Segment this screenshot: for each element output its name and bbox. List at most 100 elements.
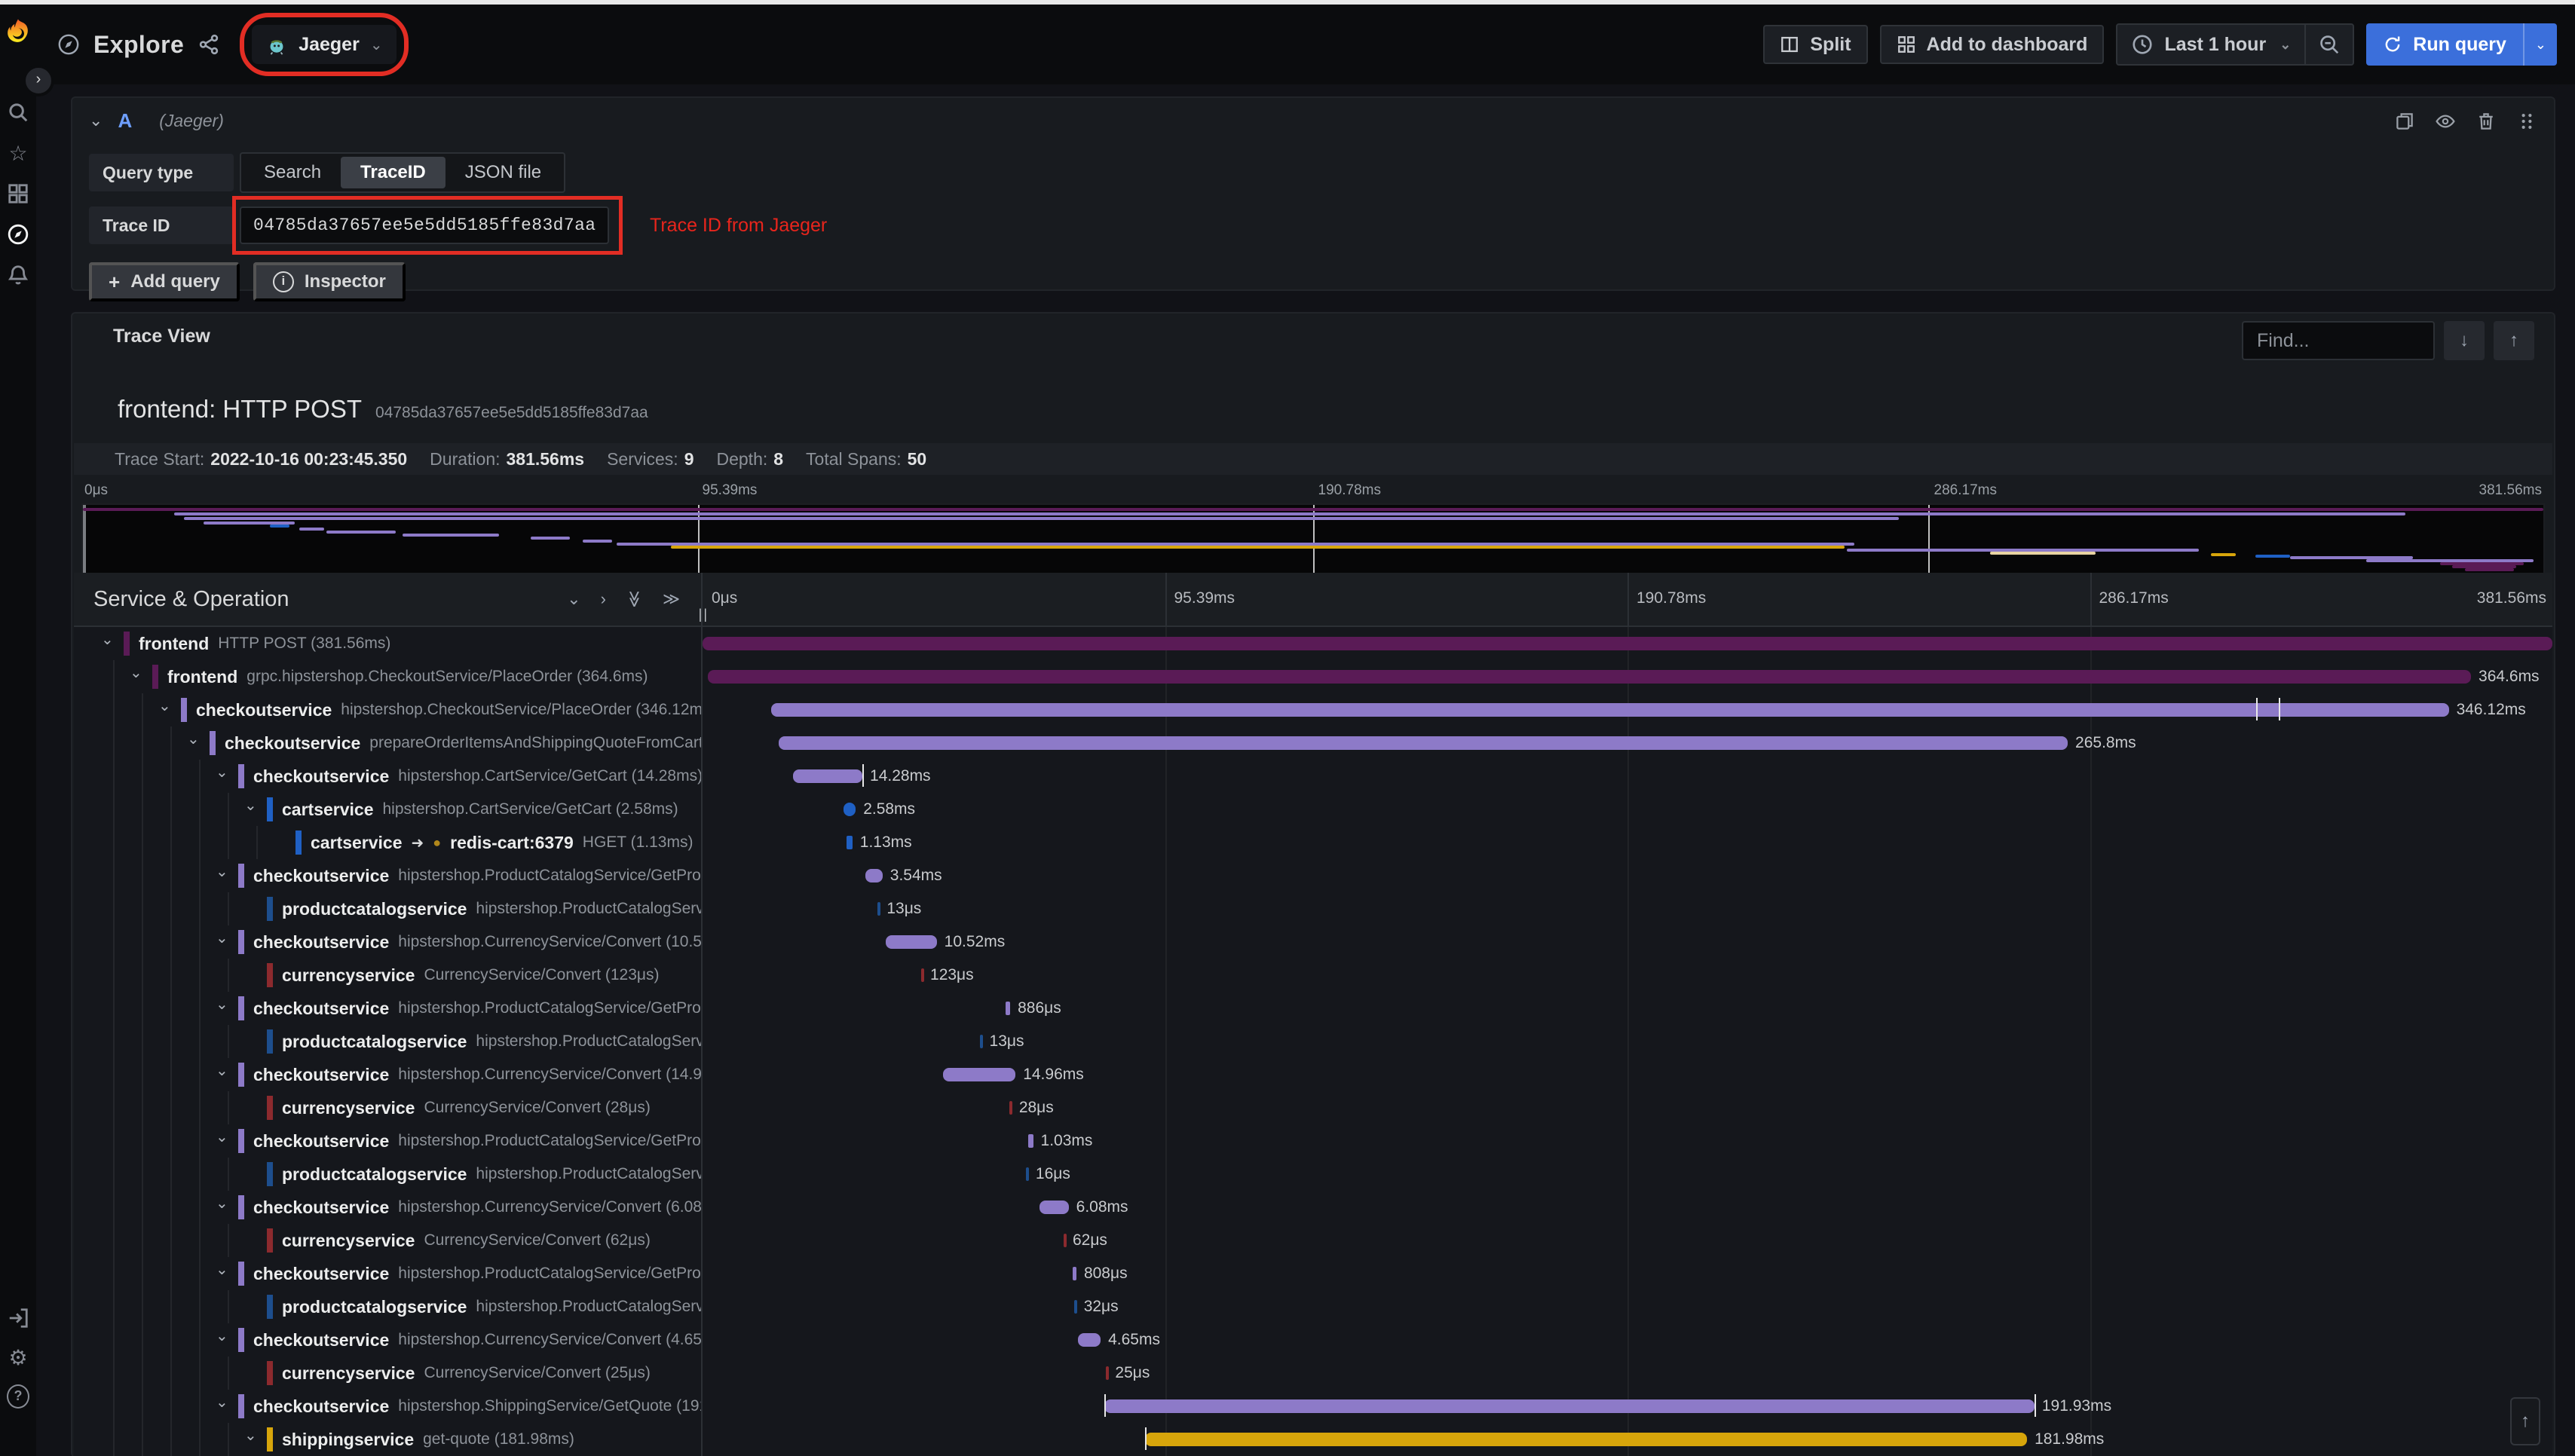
span-timeline-cell[interactable]: 32μs bbox=[703, 1290, 2552, 1323]
span-name-cell[interactable]: cartservice ➜ ● redis-cart:6379 HGET (1.13ms… bbox=[74, 826, 703, 859]
dashboards-icon[interactable] bbox=[7, 182, 29, 205]
row-collapse-chevron-icon[interactable]: ⌄ bbox=[216, 928, 228, 947]
span-bar[interactable] bbox=[1006, 1002, 1011, 1015]
span-timeline-cell[interactable]: 364.6ms bbox=[703, 660, 2552, 693]
add-to-dashboard-button[interactable]: Add to dashboard bbox=[1879, 25, 2105, 64]
span-name-cell[interactable]: ⌄ checkoutservice prepareOrderItemsAndShip… bbox=[74, 726, 703, 760]
run-query-dropdown[interactable]: ⌄ bbox=[2522, 23, 2557, 66]
trace-row[interactable]: currencyservice CurrencyService/Convert (… bbox=[74, 1091, 2552, 1124]
trace-row[interactable]: ⌄ checkoutservice hipstershop.CurrencyServ… bbox=[74, 925, 2552, 959]
span-name-cell[interactable]: ⌄ checkoutservice hipstershop.CheckoutServ… bbox=[74, 693, 703, 726]
explore-compass-icon[interactable] bbox=[7, 223, 29, 246]
span-name-cell[interactable]: currencyservice CurrencyService/Convert (… bbox=[74, 1224, 703, 1257]
delete-query-trash-icon[interactable] bbox=[2475, 110, 2497, 131]
row-collapse-chevron-icon[interactable]: ⌄ bbox=[216, 1326, 228, 1345]
trace-row[interactable]: ⌄ checkoutservice hipstershop.CurrencyServ… bbox=[74, 1058, 2552, 1091]
span-bar[interactable] bbox=[1027, 1134, 1033, 1148]
split-button[interactable]: Split bbox=[1763, 25, 1868, 64]
span-name-cell[interactable]: currencyservice CurrencyService/Convert (… bbox=[74, 959, 703, 992]
row-collapse-chevron-icon[interactable]: ⌄ bbox=[130, 663, 142, 682]
minimap-left-handle[interactable] bbox=[83, 505, 86, 576]
span-name-cell[interactable]: currencyservice CurrencyService/Convert (… bbox=[74, 1357, 703, 1390]
span-timeline-cell[interactable]: 181.98ms bbox=[703, 1423, 2552, 1456]
span-name-cell[interactable]: ⌄ checkoutservice hipstershop.CurrencyServ… bbox=[74, 925, 703, 959]
trace-row[interactable]: ⌄ frontend grpc.hipstershop.CheckoutServic… bbox=[74, 660, 2552, 693]
tab-traceid[interactable]: TraceID bbox=[341, 157, 445, 188]
span-bar[interactable] bbox=[1105, 1366, 1109, 1380]
span-bar[interactable] bbox=[793, 769, 862, 783]
trace-row[interactable]: ⌄ checkoutservice hipstershop.ProductCatal… bbox=[74, 1124, 2552, 1158]
trace-row[interactable]: ⌄ checkoutservice hipstershop.CartService/… bbox=[74, 760, 2552, 793]
span-bar[interactable] bbox=[847, 836, 853, 849]
share-icon[interactable] bbox=[197, 33, 220, 56]
search-icon[interactable] bbox=[7, 101, 29, 124]
row-collapse-chevron-icon[interactable]: ⌄ bbox=[216, 763, 228, 782]
span-timeline-cell[interactable]: 10.52ms bbox=[703, 925, 2552, 959]
span-name-cell[interactable]: currencyservice CurrencyService/Convert (… bbox=[74, 1091, 703, 1124]
span-bar[interactable] bbox=[1063, 1234, 1067, 1247]
span-bar[interactable] bbox=[703, 637, 2552, 650]
row-collapse-chevron-icon[interactable]: ⌄ bbox=[101, 630, 114, 649]
trace-row[interactable]: ⌄ checkoutservice hipstershop.CurrencyServ… bbox=[74, 1191, 2552, 1224]
span-timeline-cell[interactable]: 2.58ms bbox=[703, 793, 2552, 826]
span-bar[interactable] bbox=[885, 935, 937, 949]
span-timeline-cell[interactable]: 808μs bbox=[703, 1257, 2552, 1290]
settings-gear-icon[interactable]: ⚙ bbox=[7, 1346, 29, 1369]
span-timeline-cell[interactable]: 886μs bbox=[703, 992, 2552, 1025]
trace-row[interactable]: productcatalogservice hipstershop.Product… bbox=[74, 1158, 2552, 1191]
collapse-all-icon[interactable]: ≫ bbox=[624, 590, 644, 607]
drag-handle-icon[interactable] bbox=[2516, 110, 2537, 131]
span-bar[interactable] bbox=[920, 968, 924, 982]
time-zoom-out-button[interactable] bbox=[2304, 25, 2353, 64]
span-name-cell[interactable]: ⌄ frontend grpc.hipstershop.CheckoutServic… bbox=[74, 660, 703, 693]
trace-row[interactable]: ⌄ cartservice hipstershop.CartService/GetC… bbox=[74, 793, 2552, 826]
sidebar-expand-button[interactable]: › bbox=[23, 65, 54, 96]
span-bar[interactable] bbox=[770, 703, 2449, 717]
trace-id-input[interactable]: 04785da37657ee5e5dd5185ffe83d7aa bbox=[240, 206, 609, 244]
collapse-chevron-icon[interactable]: ⌄ bbox=[89, 111, 103, 130]
trace-row[interactable]: ⌄ frontend HTTP POST (381.56ms) bbox=[74, 627, 2552, 660]
trace-row[interactable]: productcatalogservice hipstershop.Product… bbox=[74, 1290, 2552, 1323]
span-bar[interactable] bbox=[778, 736, 2068, 750]
span-name-cell[interactable]: ⌄ checkoutservice hipstershop.CurrencyServ… bbox=[74, 1323, 703, 1357]
column-resizer-handle[interactable]: || bbox=[699, 607, 709, 622]
trace-row[interactable]: productcatalogservice hipstershop.Product… bbox=[74, 892, 2552, 925]
time-range-button[interactable]: Last 1 hour ⌄ bbox=[2117, 25, 2304, 64]
span-bar[interactable] bbox=[708, 670, 2472, 684]
span-timeline-cell[interactable]: 62μs bbox=[703, 1224, 2552, 1257]
trace-row[interactable]: ⌄ checkoutservice hipstershop.ShippingServ… bbox=[74, 1390, 2552, 1423]
row-collapse-chevron-icon[interactable]: ⌄ bbox=[216, 862, 228, 881]
scroll-to-top-button[interactable]: ↑ bbox=[2510, 1397, 2540, 1445]
row-collapse-chevron-icon[interactable]: ⌄ bbox=[187, 730, 200, 748]
row-collapse-chevron-icon[interactable]: ⌄ bbox=[216, 1127, 228, 1146]
trace-row[interactable]: ⌄ shippingservice get-quote (181.98ms) 181.… bbox=[74, 1423, 2552, 1456]
span-timeline-cell[interactable]: 3.54ms bbox=[703, 859, 2552, 892]
sign-in-icon[interactable] bbox=[7, 1307, 29, 1329]
find-prev-button[interactable]: ↑ bbox=[2494, 321, 2534, 360]
expand-one-icon[interactable]: › bbox=[601, 589, 606, 609]
row-collapse-chevron-icon[interactable]: ⌄ bbox=[244, 796, 257, 815]
span-timeline-cell[interactable]: 14.96ms bbox=[703, 1058, 2552, 1091]
trace-row[interactable]: currencyservice CurrencyService/Convert (… bbox=[74, 1224, 2552, 1257]
span-timeline-cell[interactable]: 28μs bbox=[703, 1091, 2552, 1124]
span-name-cell[interactable]: productcatalogservice hipstershop.Product… bbox=[74, 892, 703, 925]
span-timeline-cell[interactable]: 25μs bbox=[703, 1357, 2552, 1390]
span-name-cell[interactable]: productcatalogservice hipstershop.Product… bbox=[74, 1025, 703, 1058]
span-name-cell[interactable]: ⌄ checkoutservice hipstershop.ProductCatal… bbox=[74, 859, 703, 892]
row-collapse-chevron-icon[interactable]: ⌄ bbox=[216, 1194, 228, 1213]
help-icon[interactable]: ? bbox=[7, 1384, 29, 1409]
span-timeline-cell[interactable]: 14.28ms bbox=[703, 760, 2552, 793]
span-name-cell[interactable]: ⌄ checkoutservice hipstershop.CurrencyServ… bbox=[74, 1191, 703, 1224]
alerting-bell-icon[interactable] bbox=[7, 264, 29, 286]
trace-row[interactable]: productcatalogservice hipstershop.Product… bbox=[74, 1025, 2552, 1058]
span-timeline-cell[interactable]: 13μs bbox=[703, 1025, 2552, 1058]
duplicate-query-icon[interactable] bbox=[2394, 110, 2415, 131]
span-name-cell[interactable]: productcatalogservice hipstershop.Product… bbox=[74, 1290, 703, 1323]
find-next-button[interactable]: ↓ bbox=[2444, 321, 2485, 360]
span-name-cell[interactable]: ⌄ checkoutservice hipstershop.ProductCatal… bbox=[74, 992, 703, 1025]
span-bar[interactable] bbox=[980, 1035, 984, 1048]
span-bar[interactable] bbox=[1078, 1333, 1101, 1347]
trace-row[interactable]: currencyservice CurrencyService/Convert (… bbox=[74, 1357, 2552, 1390]
span-timeline-cell[interactable]: 1.13ms bbox=[703, 826, 2552, 859]
span-timeline-cell[interactable]: 346.12ms bbox=[703, 693, 2552, 726]
